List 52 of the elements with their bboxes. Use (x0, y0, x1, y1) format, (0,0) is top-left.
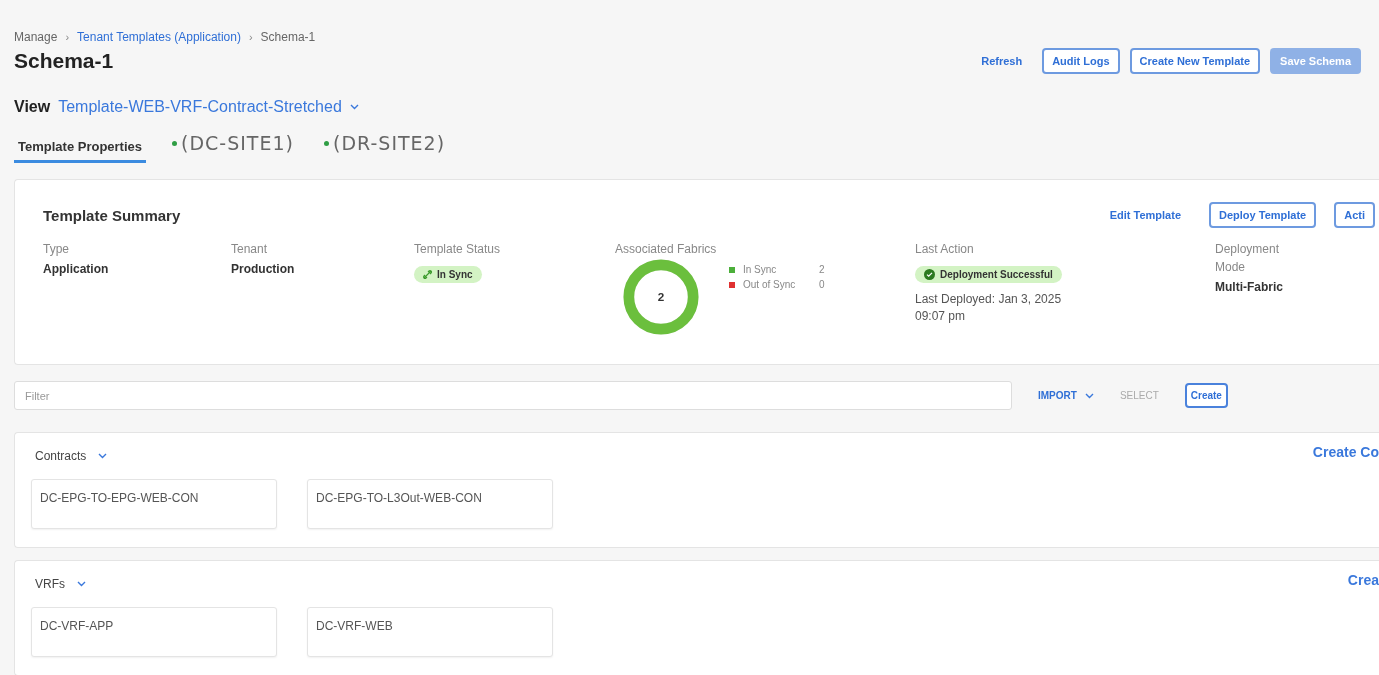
summary-title: Template Summary (43, 206, 181, 224)
create-link[interactable]: Crea (1347, 572, 1379, 588)
object-card[interactable]: DC-VRF-APP (31, 607, 277, 657)
legend-label: In Sync (743, 264, 778, 275)
field-label: Type (43, 241, 70, 258)
chevron-down-icon (77, 581, 86, 587)
header-button[interactable]: Audit Logs (1042, 48, 1120, 74)
filter-field[interactable]: Filter (14, 381, 1012, 410)
tab[interactable]: Template Properties (14, 139, 147, 163)
section-toggle[interactable]: Contracts (31, 449, 108, 463)
legend-label: Out of Sync (743, 279, 797, 290)
legend-count: 0 (819, 279, 826, 290)
field-value: Application (43, 262, 110, 276)
action-button[interactable]: Acti (1334, 202, 1375, 228)
template-select[interactable]: Template-WEB-VRF-Contract-Stretched (58, 98, 359, 116)
view-label: View (14, 98, 51, 116)
page-title: Schema-1 (14, 49, 114, 73)
field-label: Last Action (915, 241, 975, 258)
field-value: Production (231, 262, 296, 276)
legend-count: 2 (819, 264, 826, 275)
object-card[interactable]: DC-EPG-TO-L3Out-WEB-CON (307, 479, 553, 529)
status-pill: Deployment Successful (915, 266, 1062, 283)
toolbar-button[interactable]: Create (1184, 383, 1228, 408)
breadcrumb-text: Manage (14, 30, 58, 44)
field-label: Tenant (231, 241, 269, 258)
breadcrumb-separator: › (248, 31, 253, 43)
field-label: Deployment Mode (1215, 241, 1281, 276)
breadcrumb-text: Schema-1 (260, 30, 316, 44)
chevron-down-icon (98, 453, 108, 459)
chevron-down-icon (1084, 392, 1094, 399)
field-value: Multi-Fabric (1215, 280, 1284, 294)
object-card[interactable]: DC-VRF-WEB (307, 607, 553, 657)
create-link[interactable]: Create Co (1312, 444, 1379, 460)
status-pill: In Sync (414, 266, 482, 283)
check-circle-icon (924, 269, 935, 280)
object-card[interactable]: DC-EPG-TO-EPG-WEB-CON (31, 479, 277, 529)
field-label: Template Status (414, 241, 502, 258)
refresh-link[interactable]: Refresh (971, 48, 1033, 74)
link-icon (423, 270, 432, 279)
section-toggle[interactable]: VRFs (31, 577, 86, 591)
tab[interactable]: (DR-SITE2) (320, 132, 450, 163)
action-button[interactable]: Deploy Template (1209, 202, 1317, 228)
import-menu[interactable]: IMPORT (1038, 390, 1094, 401)
edit-link[interactable]: Edit Template (1099, 202, 1191, 228)
chevron-down-icon (349, 104, 359, 110)
header-button[interactable]: Create New Template (1129, 48, 1261, 74)
last-deployed-text: Last Deployed: Jan 3, 2025 09:07 pm (915, 291, 1063, 325)
breadcrumb-link[interactable]: Tenant Templates (Application) (77, 30, 241, 44)
fabric-total: 2 (657, 289, 665, 303)
breadcrumb-separator: › (65, 31, 70, 43)
field-label: Associated Fabrics (615, 241, 718, 258)
tab[interactable]: (DC-SITE1) (168, 132, 298, 163)
